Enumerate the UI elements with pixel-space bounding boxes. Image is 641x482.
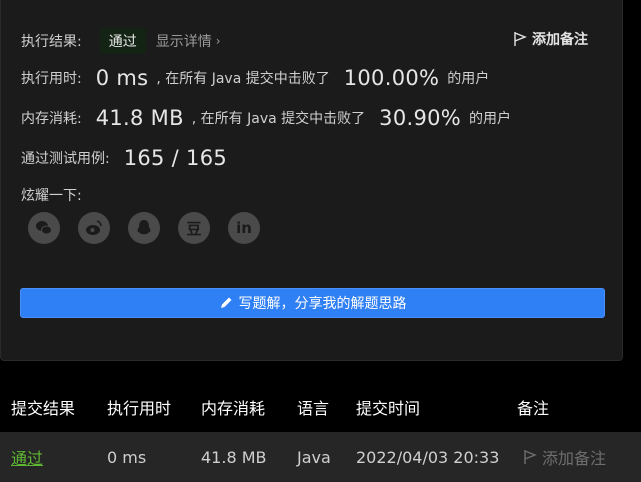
write-solution-button[interactable]: 写题解，分享我的解题思路	[20, 288, 605, 318]
douban-glyph: 豆	[186, 219, 202, 238]
flag-icon	[514, 32, 527, 46]
row-language: Java	[297, 447, 331, 467]
header-time: 提交时间	[356, 399, 421, 418]
result-panel: 执行结果: 通过 显示详情 › 添加备注 执行用时: 0 ms , 在所有 Ja…	[0, 0, 623, 361]
runtime-label: 执行用时:	[21, 71, 82, 87]
header-runtime: 执行用时	[107, 399, 172, 418]
linkedin-glyph: in	[236, 219, 252, 237]
runtime-suffix: 的用户	[447, 71, 490, 87]
pencil-icon	[220, 297, 231, 308]
add-note-label: 添加备注	[532, 32, 588, 48]
linkedin-icon[interactable]: in	[228, 212, 260, 244]
flag-icon	[524, 450, 537, 464]
memory-suffix: 的用户	[469, 111, 512, 127]
runtime-value: 0 ms	[95, 66, 149, 90]
share-label: 炫耀一下:	[21, 188, 82, 204]
result-label: 执行结果:	[21, 34, 82, 50]
header-memory: 内存消耗	[201, 399, 266, 418]
row-add-note-label: 添加备注	[542, 449, 607, 468]
tests-value: 165 / 165	[123, 146, 228, 170]
runtime-percent: 100.00%	[343, 66, 440, 90]
memory-value: 41.8 MB	[95, 106, 184, 130]
result-row: 执行结果: 通过 显示详情 ›	[21, 28, 221, 54]
header-status: 提交结果	[11, 399, 76, 418]
table-header: 提交结果 执行用时 内存消耗 语言 提交时间 备注	[0, 382, 641, 432]
runtime-beat-text: , 在所有 Java 提交中击败了	[156, 71, 330, 87]
memory-beat-text: , 在所有 Java 提交中击败了	[191, 111, 366, 127]
qq-icon[interactable]	[128, 212, 160, 244]
header-language: 语言	[297, 399, 330, 418]
show-details-link[interactable]: 显示详情 ›	[156, 31, 221, 51]
share-row: 炫耀一下:	[21, 185, 82, 205]
runtime-row: 执行用时: 0 ms , 在所有 Java 提交中击败了 100.00% 的用户	[21, 66, 489, 90]
memory-row: 内存消耗: 41.8 MB , 在所有 Java 提交中击败了 30.90% 的…	[21, 106, 511, 130]
show-details-label: 显示详情	[155, 34, 212, 50]
wechat-icon[interactable]	[28, 212, 60, 244]
douban-icon[interactable]: 豆	[178, 212, 210, 244]
add-note-button[interactable]: 添加备注	[513, 29, 588, 49]
table-row[interactable]: 通过 0 ms 41.8 MB Java 2022/04/03 20:33 添加…	[0, 432, 641, 482]
status-badge: 通过	[99, 28, 146, 54]
row-add-note-button[interactable]: 添加备注	[523, 445, 606, 469]
header-note: 备注	[517, 399, 550, 418]
tests-label: 通过测试用例:	[21, 151, 110, 167]
weibo-icon[interactable]	[78, 212, 110, 244]
submission-table: 提交结果 执行用时 内存消耗 语言 提交时间 备注 通过 0 ms 41.8 M…	[0, 382, 641, 482]
row-time: 2022/04/03 20:33	[356, 447, 500, 467]
write-solution-label: 写题解，分享我的解题思路	[238, 296, 407, 312]
row-status-link[interactable]: 通过	[11, 445, 43, 469]
tests-row: 通过测试用例: 165 / 165	[21, 146, 235, 170]
memory-label: 内存消耗:	[21, 111, 82, 127]
share-icons: 豆 in	[28, 212, 260, 244]
row-memory: 41.8 MB	[201, 447, 267, 467]
chevron-right-icon: ›	[215, 34, 221, 48]
memory-percent: 30.90%	[379, 106, 462, 130]
row-runtime: 0 ms	[107, 447, 147, 467]
